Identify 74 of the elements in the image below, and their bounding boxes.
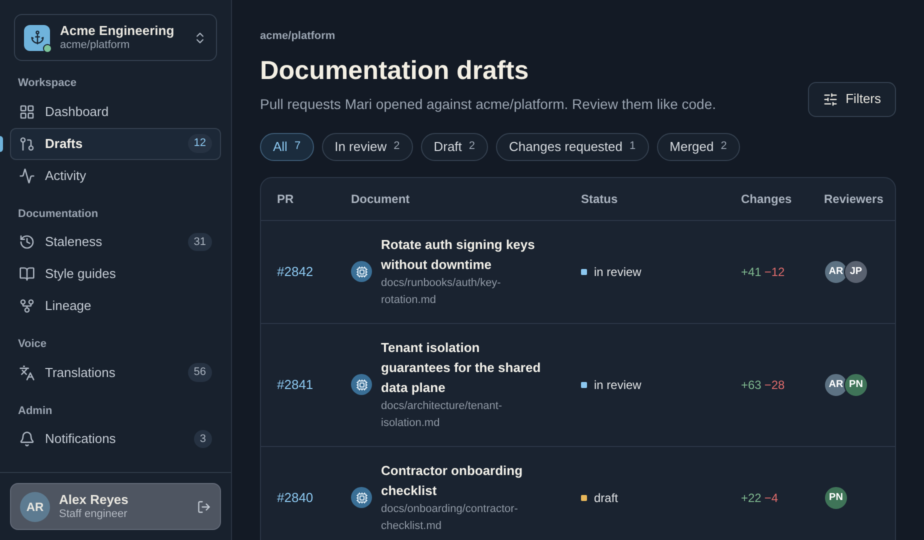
filters-button[interactable]: Filters bbox=[808, 82, 896, 116]
reviewer-avatar: JP bbox=[844, 260, 868, 284]
status-text: in review bbox=[594, 376, 642, 394]
added-count: +63 bbox=[741, 376, 762, 394]
repo-name: acme/platform bbox=[60, 38, 131, 52]
org-name: Acme Engineering bbox=[60, 22, 176, 39]
user-name: Alex Reyes bbox=[59, 492, 130, 508]
removed-count: −28 bbox=[764, 376, 785, 394]
reviewer-avatar: PN bbox=[824, 486, 848, 510]
grid-icon bbox=[19, 104, 35, 120]
fork-icon bbox=[19, 298, 35, 314]
column-header: PR bbox=[277, 190, 295, 208]
document-path: docs/runbooks/auth/key-rotation.md bbox=[381, 276, 502, 308]
reviewer-avatar: AR bbox=[824, 260, 848, 284]
filter-chip[interactable]: Changes requested 1 bbox=[496, 132, 649, 160]
section-heading: Workspace bbox=[17, 76, 78, 91]
org-logo bbox=[24, 24, 50, 50]
user-role: Staff engineer bbox=[59, 508, 128, 522]
chip-icon bbox=[351, 261, 372, 282]
added-count: +22 bbox=[741, 490, 762, 506]
workspace-switcher[interactable]: Acme Engineering acme/platform bbox=[14, 14, 217, 61]
page-title: Documentation drafts bbox=[260, 54, 530, 86]
section-heading: Voice bbox=[17, 337, 48, 352]
pull-request-icon bbox=[19, 136, 35, 152]
breadcrumb: acme/platform bbox=[260, 29, 336, 44]
history-icon bbox=[19, 234, 35, 250]
sidebar-item[interactable]: Translations 56 bbox=[10, 356, 221, 388]
removed-count: −12 bbox=[764, 264, 785, 280]
count-badge: 56 bbox=[188, 363, 212, 382]
user-card[interactable]: AR Alex Reyes Staff engineer bbox=[10, 483, 221, 530]
book-icon bbox=[19, 266, 35, 282]
filter-chip[interactable]: Draft 2 bbox=[420, 132, 488, 160]
filter-chip[interactable]: All 7 bbox=[260, 132, 314, 160]
reviewer-avatar: AR bbox=[824, 372, 848, 396]
removed-count: −4 bbox=[764, 490, 778, 506]
filter-chip[interactable]: In review 2 bbox=[322, 132, 413, 160]
status-text: draft bbox=[594, 490, 618, 506]
count-badge: 12 bbox=[188, 134, 212, 153]
column-header: Status bbox=[581, 190, 619, 208]
column-header: Changes bbox=[741, 190, 793, 208]
pr-link[interactable]: #2841 bbox=[277, 374, 351, 394]
column-header: Document bbox=[351, 190, 411, 208]
sidebar-item[interactable]: Activity bbox=[10, 160, 221, 192]
filter-chip[interactable]: Merged 2 bbox=[656, 132, 740, 160]
reviewer-avatar: PN bbox=[844, 372, 868, 396]
document-title[interactable]: Rotate auth signing keys without downtime bbox=[381, 234, 546, 274]
added-count: +41 bbox=[741, 264, 762, 280]
chip-icon bbox=[351, 374, 372, 395]
document-path: docs/onboarding/contractor-checklist.md bbox=[381, 502, 519, 534]
pr-link[interactable]: #2842 bbox=[277, 262, 351, 282]
section-heading: Documentation bbox=[17, 206, 100, 222]
count-badge: 3 bbox=[194, 430, 212, 448]
status-text: in review bbox=[594, 264, 642, 280]
document-path: docs/architecture/tenant-isolation.md bbox=[381, 398, 504, 430]
column-header: Reviewers bbox=[824, 190, 884, 208]
bell-icon bbox=[19, 431, 35, 447]
sidebar-item[interactable]: Drafts 12 bbox=[10, 128, 221, 160]
sidebar-item[interactable]: Staleness 31 bbox=[10, 226, 221, 258]
page-subtitle: Pull requests Mari opened against acme/platform. Review them like code. bbox=[260, 94, 716, 114]
user-avatar: AR bbox=[20, 492, 50, 522]
document-title[interactable]: Tenant isolation guarantees for the shared data plane bbox=[381, 338, 546, 398]
chip-icon bbox=[351, 487, 372, 508]
sliders-icon bbox=[822, 92, 838, 106]
document-title[interactable]: Contractor onboarding checklist bbox=[381, 460, 546, 500]
section-heading: Admin bbox=[17, 404, 54, 418]
translate-icon bbox=[19, 364, 35, 380]
sidebar-item[interactable]: Style guides bbox=[10, 258, 221, 290]
sidebar-item[interactable]: Dashboard bbox=[10, 96, 221, 128]
pr-link[interactable]: #2840 bbox=[277, 488, 351, 508]
pulse-icon bbox=[19, 168, 35, 184]
sidebar-item[interactable]: Notifications 3 bbox=[10, 423, 221, 455]
logout-icon[interactable] bbox=[197, 500, 211, 514]
sidebar-item[interactable]: Lineage bbox=[10, 290, 221, 322]
count-badge: 31 bbox=[188, 232, 212, 252]
